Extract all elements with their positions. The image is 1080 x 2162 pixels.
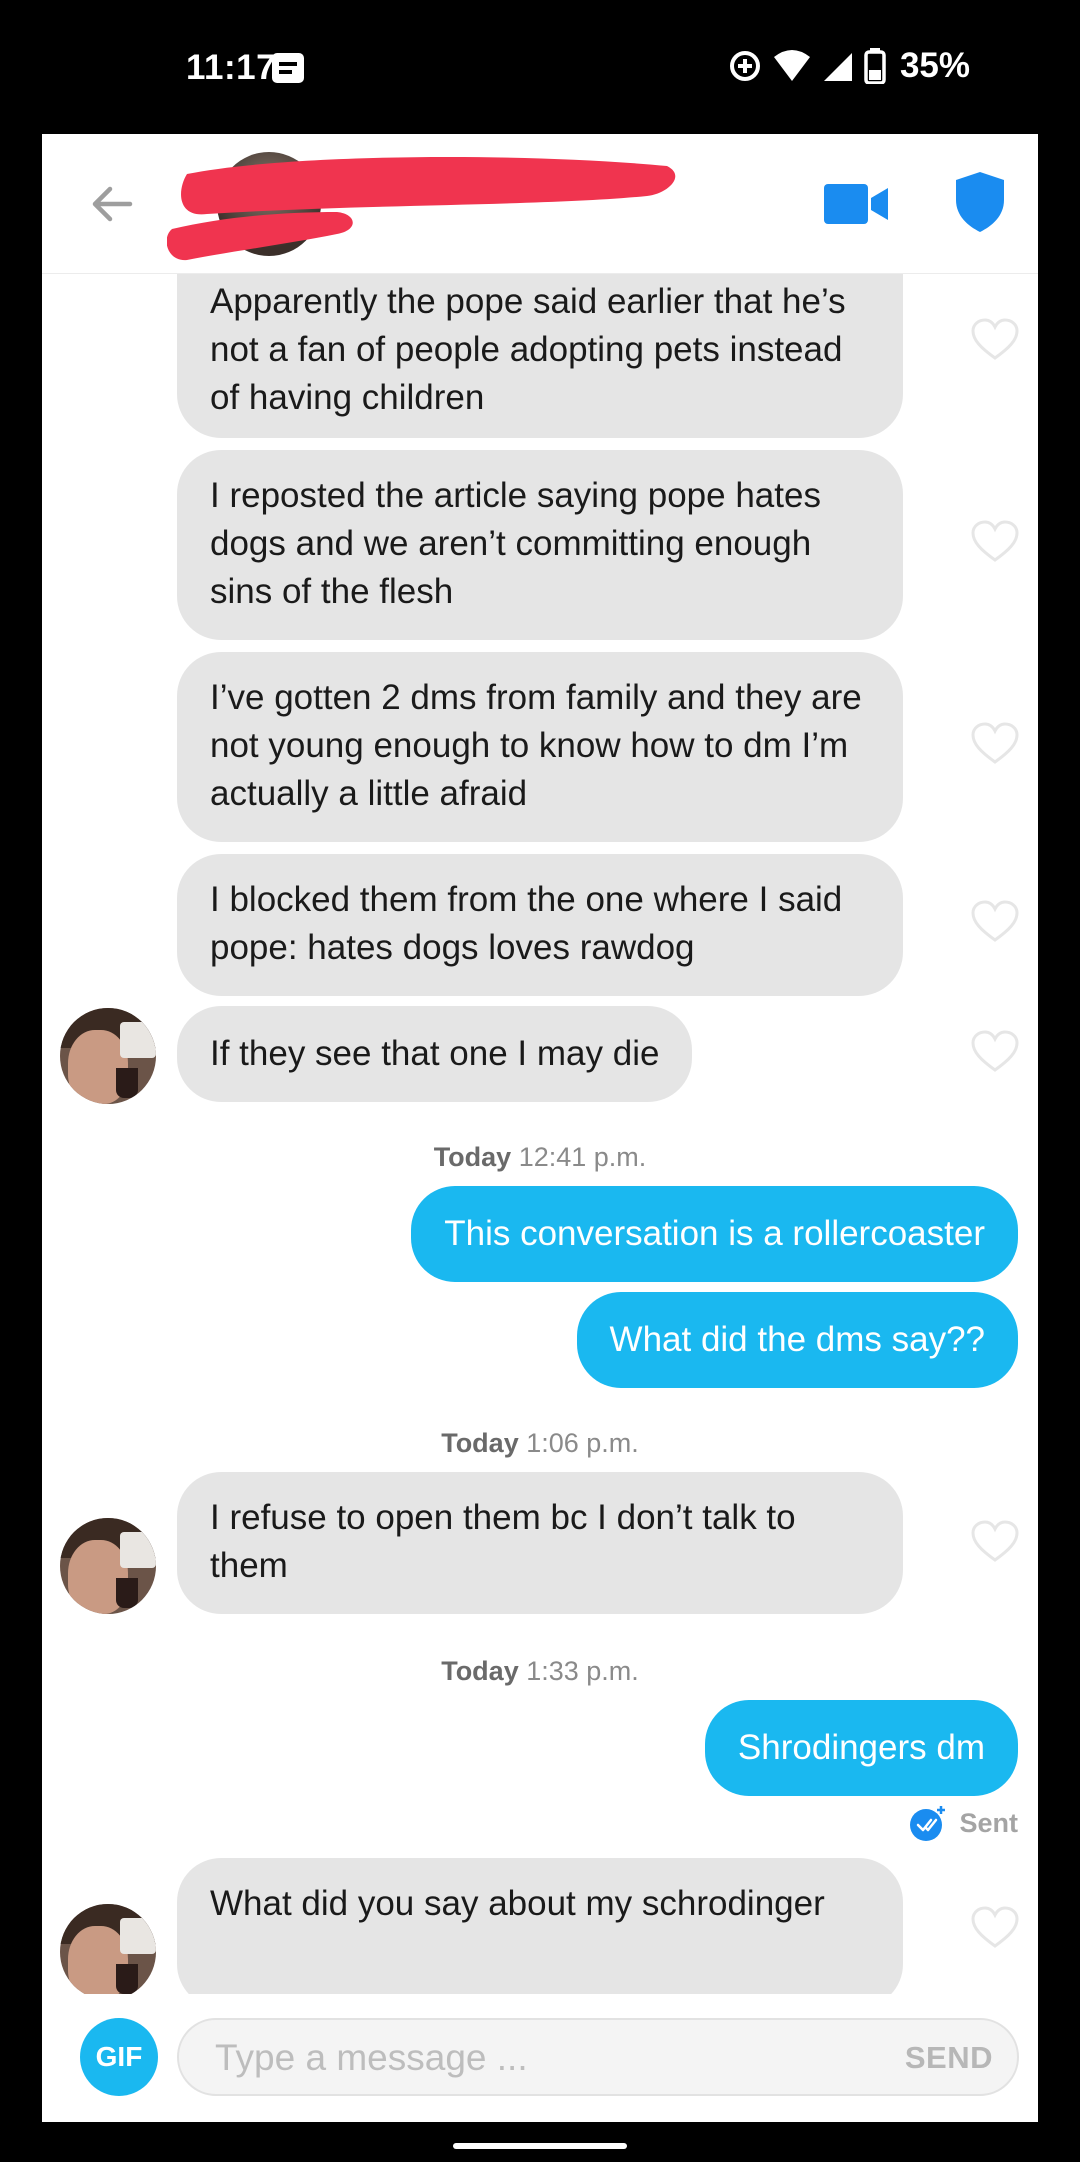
message-notification-icon <box>272 53 304 83</box>
outgoing-message[interactable]: Shrodingers dm <box>704 1700 1018 1796</box>
outgoing-message[interactable]: This conversation is a rollercoaster <box>411 1186 1018 1282</box>
status-icons: 35% <box>728 46 970 86</box>
incoming-message[interactable]: I’ve gotten 2 dms from family and they a… <box>177 652 903 842</box>
shield-icon[interactable] <box>954 170 1006 234</box>
heart-icon[interactable] <box>971 1906 1019 1950</box>
message-text: Shrodingers dm <box>737 1728 985 1767</box>
sent-label: Sent <box>959 1807 1018 1838</box>
message-text: I blocked them from the one where I said… <box>210 880 843 967</box>
incoming-message[interactable]: I reposted the article saying pope hates… <box>177 450 903 640</box>
incoming-message[interactable]: I refuse to open them bc I don’t talk to… <box>177 1472 903 1614</box>
heart-icon[interactable] <box>971 520 1019 564</box>
timestamp: Today 1:33 p.m. <box>42 1656 1038 1687</box>
incoming-message[interactable]: If they see that one I may die <box>177 1006 693 1102</box>
timestamp-day: Today <box>441 1656 519 1686</box>
timestamp: Today 1:06 p.m. <box>42 1428 1038 1459</box>
message-text: I’ve gotten 2 dms from family and they a… <box>210 678 862 813</box>
timestamp-time: 12:41 p.m. <box>518 1142 647 1172</box>
heart-icon[interactable] <box>971 1520 1019 1564</box>
timestamp: Today 12:41 p.m. <box>42 1142 1038 1173</box>
incoming-message[interactable]: I blocked them from the one where I said… <box>177 854 903 996</box>
message-input[interactable] <box>215 2034 855 2082</box>
message-list[interactable]: Apparently the pope said earlier that he… <box>42 274 1038 1994</box>
video-call-icon[interactable] <box>822 176 892 232</box>
battery-percent: 35% <box>899 46 970 85</box>
redaction-scribble <box>167 156 676 261</box>
message-text: I reposted the article saying pope hates… <box>210 476 821 611</box>
back-arrow-icon[interactable] <box>84 176 140 232</box>
sender-avatar[interactable] <box>60 1008 156 1104</box>
timestamp-time: 1:33 p.m. <box>526 1656 639 1686</box>
outgoing-message[interactable]: What did the dms say?? <box>576 1292 1018 1388</box>
send-button[interactable]: SEND <box>905 2040 993 2076</box>
gif-button[interactable]: GIF <box>80 2018 158 2096</box>
message-composer: GIF SEND <box>42 1994 1038 2122</box>
home-indicator[interactable] <box>453 2143 627 2149</box>
message-text: What did the dms say?? <box>609 1320 985 1359</box>
data-saver-icon <box>729 51 760 81</box>
message-text: What did you say about my schrodinger <box>210 1884 825 1923</box>
timestamp-day: Today <box>441 1428 519 1458</box>
chat-screen: Apparently the pope said earlier that he… <box>42 134 1038 2122</box>
sender-avatar[interactable] <box>60 1518 156 1614</box>
status-bar: 11:17 35% <box>0 0 1080 134</box>
sent-status: Sent <box>909 1804 1018 1842</box>
battery-icon <box>864 48 886 84</box>
heart-icon[interactable] <box>971 1030 1019 1074</box>
message-text: This conversation is a rollercoaster <box>444 1214 985 1253</box>
incoming-message[interactable]: What did you say about my schrodinger <box>177 1858 903 1994</box>
sender-avatar[interactable] <box>60 1904 156 1994</box>
status-time: 11:17 <box>186 48 277 87</box>
message-input-container[interactable]: SEND <box>177 2018 1019 2096</box>
sent-check-icon <box>910 1806 946 1841</box>
message-text: Apparently the pope said earlier that he… <box>210 282 846 417</box>
timestamp-day: Today <box>433 1142 512 1172</box>
heart-icon[interactable] <box>971 722 1019 766</box>
message-text: I refuse to open them bc I don’t talk to… <box>210 1498 796 1585</box>
incoming-message[interactable]: Apparently the pope said earlier that he… <box>177 274 903 438</box>
timestamp-time: 1:06 p.m. <box>526 1428 639 1458</box>
heart-icon[interactable] <box>971 318 1019 362</box>
chat-header <box>42 134 1038 274</box>
message-text: If they see that one I may die <box>210 1034 660 1073</box>
wifi-icon <box>773 50 810 81</box>
signal-icon <box>823 53 852 81</box>
heart-icon[interactable] <box>971 900 1019 944</box>
